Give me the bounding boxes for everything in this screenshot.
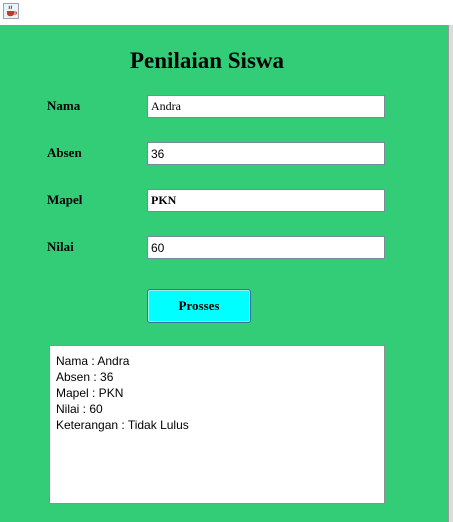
result-line-mapel: Mapel : PKN [56, 386, 124, 400]
window-right-border-line [448, 25, 449, 522]
absen-input[interactable] [147, 142, 385, 165]
nama-input[interactable] [147, 95, 385, 118]
result-line-absen: Absen : 36 [56, 370, 114, 384]
mapel-input[interactable] [147, 189, 385, 212]
result-textarea[interactable]: Nama : Andra Absen : 36 Mapel : PKN Nila… [49, 345, 385, 504]
form-title: Penilaian Siswa [130, 48, 285, 73]
nilai-input[interactable] [147, 236, 385, 259]
result-line-keterangan: Keterangan : Tidak Lulus [56, 418, 189, 432]
java-cup-icon[interactable] [3, 3, 19, 19]
prosses-button[interactable]: Prosses [147, 289, 251, 323]
absen-label: Absen [47, 145, 82, 160]
mapel-label: Mapel [47, 192, 83, 207]
nilai-label: Nilai [47, 239, 74, 254]
title-bar [0, 0, 453, 25]
nama-label: Nama [47, 98, 81, 113]
result-line-nilai: Nilai : 60 [56, 402, 103, 416]
result-line-nama: Nama : Andra [56, 354, 130, 368]
